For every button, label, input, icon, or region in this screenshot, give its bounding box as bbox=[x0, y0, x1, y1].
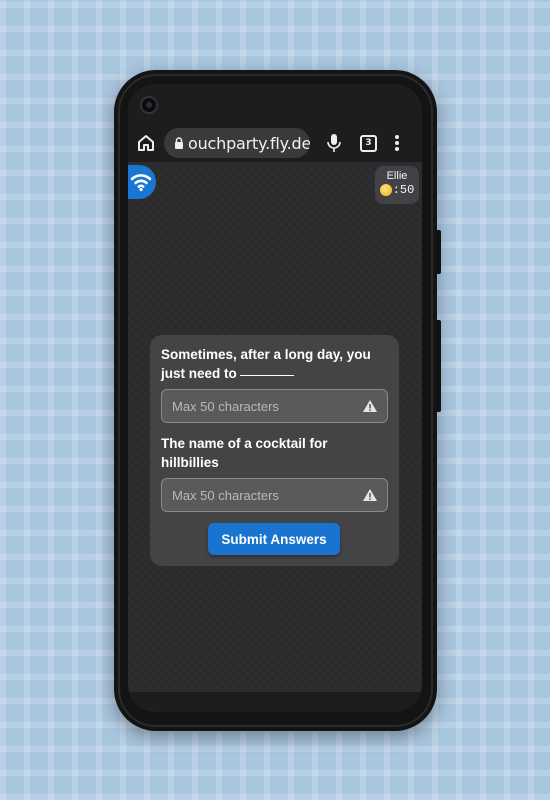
warning-icon bbox=[363, 489, 377, 501]
player-coins: :50 bbox=[375, 183, 419, 197]
prompt-1-text: Sometimes, after a long day, you just ne… bbox=[161, 345, 386, 383]
url-text: ouchparty.fly.dev bbox=[188, 133, 310, 153]
lock-icon bbox=[175, 137, 183, 149]
answer-1-input[interactable] bbox=[162, 390, 372, 422]
answer-2-input[interactable] bbox=[162, 479, 372, 511]
player-badge: Ellie :50 bbox=[375, 166, 419, 204]
wifi-icon bbox=[130, 174, 152, 192]
connection-badge[interactable] bbox=[128, 165, 156, 199]
warning-icon bbox=[363, 400, 377, 412]
player-name: Ellie bbox=[386, 170, 408, 182]
coin-icon bbox=[379, 184, 392, 196]
answer-2-field[interactable] bbox=[161, 478, 388, 512]
home-icon[interactable] bbox=[136, 133, 156, 153]
prompts-card: Sometimes, after a long day, you just ne… bbox=[150, 335, 399, 566]
prompt-blank bbox=[239, 375, 294, 376]
front-camera-icon bbox=[140, 96, 158, 114]
submit-answers-button[interactable]: Submit Answers bbox=[208, 523, 340, 555]
phone-screen: ouchparty.fly.dev 3 Ellie:50 Sometimes,… bbox=[128, 84, 422, 712]
browser-toolbar: ouchparty.fly.dev 3 bbox=[128, 124, 422, 162]
status-bar bbox=[128, 84, 422, 124]
answer-1-field[interactable] bbox=[161, 389, 388, 423]
game-area: Ellie :50 Sometimes, after a long day, y… bbox=[128, 162, 422, 692]
navigation-bar bbox=[128, 692, 422, 712]
phone-power-button bbox=[436, 230, 441, 274]
tabs-icon[interactable]: 3 bbox=[360, 135, 377, 152]
phone-frame: ouchparty.fly.dev 3 Ellie:50 Sometimes,… bbox=[114, 70, 441, 731]
prompt-2-text: The name of a cocktail for hillbillies bbox=[161, 436, 328, 470]
coin-count: :50 bbox=[392, 183, 415, 197]
more-vert-icon[interactable] bbox=[394, 133, 400, 153]
address-bar[interactable]: ouchparty.fly.dev bbox=[164, 128, 310, 158]
microphone-icon[interactable] bbox=[326, 133, 342, 153]
phone-volume-button bbox=[436, 320, 441, 412]
